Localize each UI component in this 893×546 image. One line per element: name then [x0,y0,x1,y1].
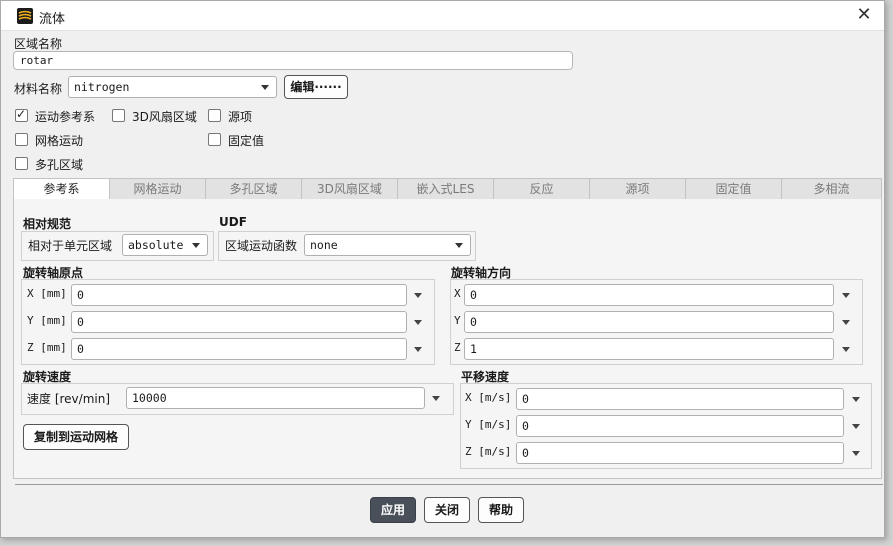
chevron-down-icon [192,243,200,248]
checkbox-source-terms[interactable] [208,109,221,122]
tab-source-terms[interactable]: 源项 [589,178,686,200]
translation-z-label: Z [m/s] [465,445,512,458]
chevron-down-icon[interactable] [432,396,440,401]
axis-origin-z-value: 0 [77,342,84,356]
chevron-down-icon[interactable] [414,320,422,325]
material-select[interactable]: nitrogen [68,76,277,98]
translation-z-value: 0 [522,446,529,460]
chevron-down-icon[interactable] [852,424,860,429]
axis-origin-x-input[interactable]: 0 [71,284,407,306]
background-strip-bottom [0,538,893,546]
chevron-down-icon[interactable] [852,451,860,456]
close-icon[interactable]: ✕ [854,6,874,26]
axis-origin-y-value: 0 [77,315,84,329]
tab-porous-zone[interactable]: 多孔区域 [205,178,302,200]
relative-to-zone-label: 相对于单元区域 [28,239,113,253]
apply-button[interactable]: 应用 [370,497,416,523]
rotation-speed-value: 10000 [132,391,167,405]
axis-direction-x-input[interactable]: 0 [464,284,834,306]
axis-direction-z-label: Z [454,341,461,354]
tab-reaction[interactable]: 反应 [493,178,590,200]
translation-x-value: 0 [522,392,529,406]
translation-y-input[interactable]: 0 [516,415,844,437]
zone-name-label: 区域名称 [14,37,63,51]
translation-y-label: Y [m/s] [465,418,512,431]
chevron-down-icon[interactable] [414,347,422,352]
axis-direction-z-value: 1 [470,342,477,356]
axis-direction-y-label: Y [454,314,461,327]
zone-motion-function-label: 区域运动函数 [225,239,298,253]
udf-title: UDF [219,215,247,229]
rotation-speed-input[interactable]: 10000 [126,387,425,409]
title-bar: 流体 ✕ [1,1,884,31]
fluid-dialog: 流体 ✕ 区域名称 rotar 材料名称 nitrogen 编辑······ ✓… [0,0,885,538]
zone-name-input[interactable]: rotar [13,51,573,70]
check-icon: ✓ [16,107,27,121]
fixed-values-label: 固定值 [228,134,265,148]
tab-embedded-les[interactable]: 嵌入式LES [397,178,494,200]
axis-origin-z-input[interactable]: 0 [71,338,407,360]
axis-origin-x-label: X [mm] [27,287,67,300]
chevron-down-icon[interactable] [414,293,422,298]
source-terms-label: 源项 [228,110,253,124]
axis-direction-x-value: 0 [470,288,477,302]
relative-zone-select[interactable]: absolute [122,234,208,256]
axis-origin-y-input[interactable]: 0 [71,311,407,333]
translation-x-label: X [m/s] [465,391,512,404]
translation-x-input[interactable]: 0 [516,388,844,410]
edit-material-button[interactable]: 编辑······ [284,75,348,99]
chevron-down-icon[interactable] [842,347,850,352]
chevron-down-icon[interactable] [842,293,850,298]
relative-zone-value: absolute [128,238,184,252]
close-button[interactable]: 关闭 [424,497,470,523]
axis-direction-y-input[interactable]: 0 [464,311,834,333]
axis-origin-y-label: Y [mm] [27,314,67,327]
mesh-motion-label: 网格运动 [35,134,84,148]
zone-motion-function-select[interactable]: none [304,234,471,256]
material-select-value: nitrogen [74,80,130,94]
fluent-app-icon [17,8,33,24]
translation-y-value: 0 [522,419,529,433]
chevron-down-icon[interactable] [852,397,860,402]
checkbox-mesh-motion[interactable] [15,133,28,146]
axis-direction-x-label: X [454,287,461,300]
tab-bar: 参考系 网格运动 多孔区域 3D风扇区域 嵌入式LES 反应 源项 固定值 多相… [13,178,882,201]
footer-separator [15,484,883,485]
checkbox-fixed-values[interactable] [208,133,221,146]
dialog-title: 流体 [39,12,66,27]
axis-origin-z-label: Z [mm] [27,341,67,354]
axis-origin-x-value: 0 [77,288,84,302]
3d-fan-zone-label: 3D风扇区域 [132,110,197,124]
checkbox-porous-zone[interactable] [15,157,28,170]
relative-spec-title: 相对规范 [23,217,72,231]
checkbox-3d-fan-zone[interactable] [112,109,125,122]
frame-motion-label: 运动参考系 [35,110,96,124]
chevron-down-icon[interactable] [842,320,850,325]
material-name-label: 材料名称 [14,82,63,96]
checkbox-frame-motion[interactable]: ✓ [15,107,28,122]
rotation-speed-label: 速度 [rev/min] [27,392,111,406]
copy-to-mesh-motion-button[interactable]: 复制到运动网格 [23,424,129,450]
chevron-down-icon [261,85,269,90]
tab-mesh-motion[interactable]: 网格运动 [109,178,206,200]
chevron-down-icon [455,243,463,248]
help-button[interactable]: 帮助 [478,497,524,523]
translation-z-input[interactable]: 0 [516,442,844,464]
tab-multiphase[interactable]: 多相流 [781,178,882,200]
axis-direction-z-input[interactable]: 1 [464,338,834,360]
zone-motion-function-value: none [310,238,338,252]
axis-direction-y-value: 0 [470,315,477,329]
porous-zone-label: 多孔区域 [35,158,84,172]
tab-3d-fan-zone[interactable]: 3D风扇区域 [301,178,398,200]
tab-fixed-values[interactable]: 固定值 [685,178,782,200]
background-strip-right [885,0,893,546]
tab-reference-frame[interactable]: 参考系 [13,178,110,201]
